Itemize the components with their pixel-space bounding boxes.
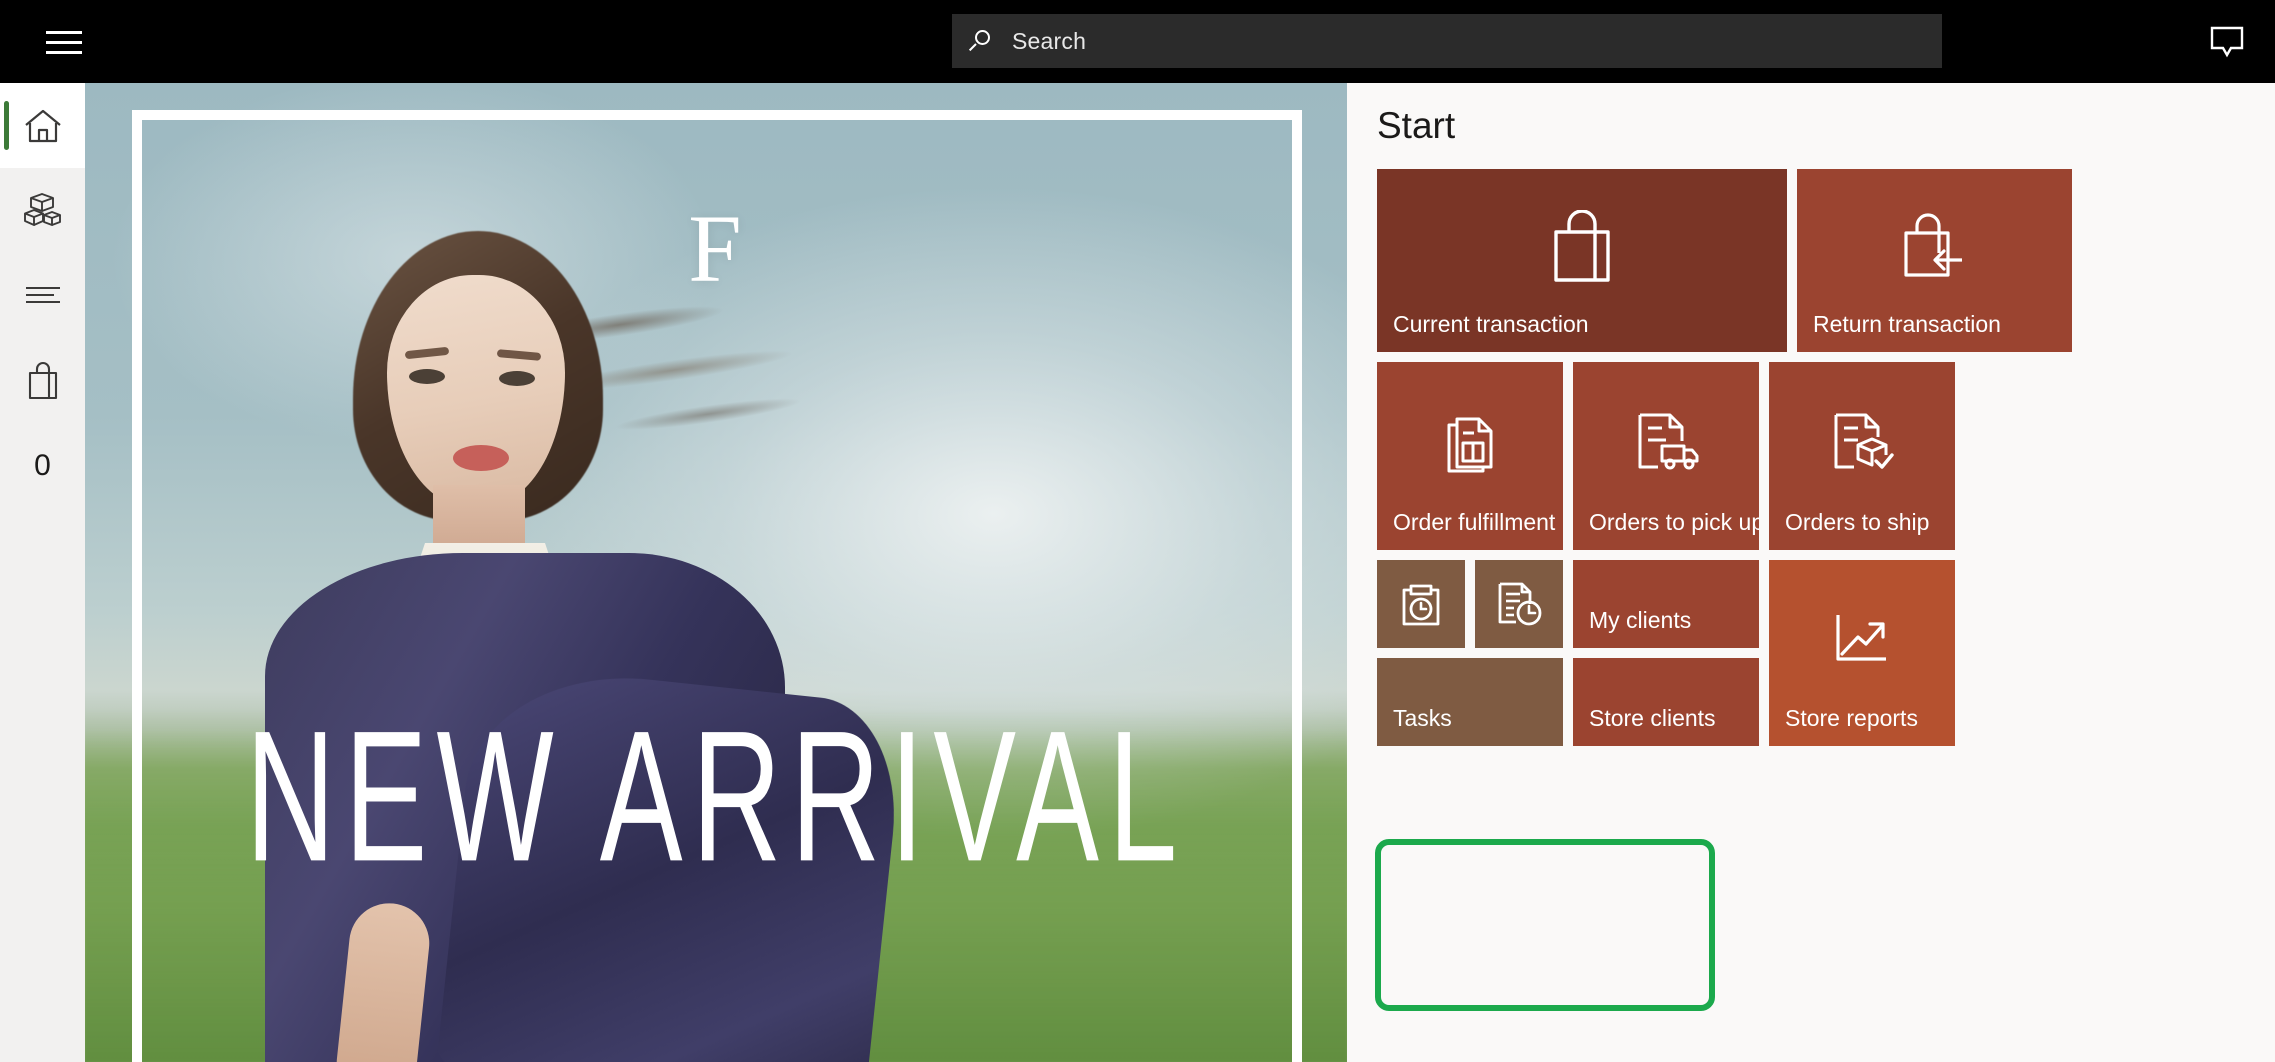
products-boxes-icon <box>23 192 63 230</box>
sidebar-item-cart[interactable] <box>0 338 85 423</box>
sidebar-item-products[interactable] <box>0 168 85 253</box>
hamburger-bar <box>46 41 82 44</box>
tile-label: Store reports <box>1785 705 1918 731</box>
tile-current-transaction[interactable]: Current transaction <box>1377 169 1787 352</box>
sidebar-item-home[interactable] <box>0 83 85 168</box>
start-panel: Start Current transaction Return transac… <box>1347 83 2275 1062</box>
tile-orders-to-pick-up[interactable]: Orders to pick up <box>1573 362 1759 550</box>
tile-grid: Current transaction Return transaction O… <box>1377 169 2249 1019</box>
tile-order-fulfillment[interactable]: Order fulfillment <box>1377 362 1563 550</box>
tile-label: Return transaction <box>1813 311 2001 337</box>
clipboard-clock-icon <box>1377 560 1465 648</box>
document-clock-icon <box>1475 560 1563 648</box>
tile-store-clients[interactable]: Store clients <box>1573 658 1759 746</box>
hero-headline: NEW ARRIVAL <box>245 691 1187 901</box>
tile-shifts[interactable] <box>1475 560 1563 648</box>
search-icon <box>968 30 996 52</box>
tile-store-reports[interactable]: Store reports <box>1769 560 1955 746</box>
active-indicator <box>4 101 9 150</box>
tile-label: Orders to pick up <box>1589 509 1759 535</box>
tile-label: My clients <box>1589 607 1692 633</box>
tile-my-clients[interactable]: My clients <box>1573 560 1759 648</box>
tile-return-transaction[interactable]: Return transaction <box>1797 169 2072 352</box>
sidebar-item-list[interactable] <box>0 253 85 338</box>
search-placeholder-text: Search <box>1012 27 1087 54</box>
tile-orders-to-ship[interactable]: Orders to ship <box>1769 362 1955 550</box>
tile-label: Orders to ship <box>1785 509 1930 535</box>
promo-hero-image: F NEW ARRIVAL <box>85 83 1347 1062</box>
tile-label: Current transaction <box>1393 311 1589 337</box>
tile-tasks[interactable]: Tasks <box>1377 658 1563 746</box>
tile-time-clock[interactable] <box>1377 560 1465 648</box>
hamburger-bar <box>46 31 82 34</box>
shopping-bag-icon <box>26 361 60 401</box>
list-lines-icon <box>24 284 62 308</box>
hero-brand-letter: F <box>688 195 744 302</box>
hamburger-bar <box>46 51 82 54</box>
tile-label: Tasks <box>1393 705 1452 731</box>
home-icon <box>24 108 62 144</box>
left-nav-rail: 0 <box>0 83 85 1062</box>
search-input[interactable]: Search <box>952 14 1942 68</box>
chat-bubble-icon[interactable] <box>2179 0 2275 83</box>
page-title: Start <box>1377 105 1456 146</box>
hamburger-menu-icon[interactable] <box>22 0 106 83</box>
tile-label: Order fulfillment <box>1393 509 1556 535</box>
top-app-bar: Search <box>0 0 2275 83</box>
tile-label: Store clients <box>1589 705 1716 731</box>
cart-item-count: 0 <box>34 448 51 482</box>
